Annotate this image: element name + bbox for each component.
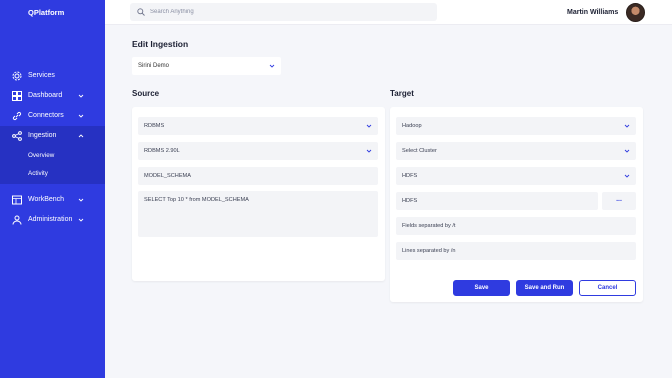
save-button[interactable]: Save bbox=[453, 280, 510, 296]
chevron-down-icon bbox=[624, 174, 630, 178]
sidebar-item-label: Services bbox=[28, 72, 55, 79]
sidebar-item-workbench[interactable]: WorkBench bbox=[0, 190, 105, 210]
chevron-down-icon bbox=[78, 94, 84, 98]
chevron-down-icon bbox=[78, 218, 84, 222]
sidebar-item-connectors[interactable]: Connectors bbox=[0, 106, 105, 126]
search-icon bbox=[137, 8, 145, 16]
cancel-button[interactable]: Cancel bbox=[579, 280, 636, 296]
user-icon bbox=[12, 215, 22, 225]
chevron-down-icon bbox=[624, 124, 630, 128]
ingestion-select[interactable]: Sirini Demo bbox=[132, 57, 281, 75]
sidebar-item-label: Ingestion bbox=[28, 132, 57, 139]
brand-logo[interactable]: QPlatform bbox=[28, 8, 64, 17]
target-format-select[interactable]: HDFS bbox=[396, 167, 636, 185]
search-bar bbox=[130, 3, 437, 21]
field-value: Lines separated by /n bbox=[402, 248, 456, 254]
chevron-down-icon bbox=[78, 198, 84, 202]
field-value: RDBMS bbox=[144, 123, 165, 129]
source-connection-select[interactable]: RDBMS 2.90L bbox=[138, 142, 378, 160]
field-value: HDFS bbox=[402, 198, 418, 204]
sidebar-item-ingestion[interactable]: Ingestion bbox=[0, 126, 105, 146]
field-value: Fields separated by /t bbox=[402, 223, 456, 229]
chevron-up-icon bbox=[78, 134, 84, 138]
ingestion-submenu: Overview Activity bbox=[0, 146, 105, 184]
source-type-select[interactable]: RDBMS bbox=[138, 117, 378, 135]
chevron-down-icon bbox=[366, 124, 372, 128]
target-cluster-select[interactable]: Select Cluster bbox=[396, 142, 636, 160]
source-query-textarea[interactable]: SELECT Top 10 * from MODEL_SCHEMA bbox=[138, 191, 378, 237]
sidebar-item-label: Dashboard bbox=[28, 92, 63, 99]
top-header: Martin Williams bbox=[105, 0, 672, 25]
sidebar-item-administration[interactable]: Administration bbox=[0, 210, 105, 230]
source-schema-field[interactable]: MODEL_SCHEMA bbox=[138, 167, 378, 185]
source-card: RDBMS RDBMS 2.90L MODEL_SCHEMA SELECT To… bbox=[132, 107, 385, 281]
field-value: MODEL_SCHEMA bbox=[144, 173, 191, 179]
fields-separator-field[interactable]: Fields separated by /t bbox=[396, 217, 636, 235]
field-value: Select Cluster bbox=[402, 148, 437, 154]
dashboard-icon bbox=[12, 91, 22, 101]
sidebar-subitem-overview[interactable]: Overview bbox=[28, 152, 54, 159]
sidebar-item-label: Connectors bbox=[28, 112, 64, 119]
search-input[interactable] bbox=[150, 6, 430, 18]
source-title: Source bbox=[132, 89, 160, 98]
field-value: RDBMS 2.90L bbox=[144, 148, 180, 154]
chevron-down-icon bbox=[269, 64, 275, 68]
chevron-down-icon bbox=[624, 149, 630, 153]
target-type-select[interactable]: Hadoop bbox=[396, 117, 636, 135]
target-card: Hadoop Select Cluster HDFS HDFS ... Fiel… bbox=[390, 107, 643, 302]
workbench-icon bbox=[12, 195, 22, 205]
field-value: SELECT Top 10 * from MODEL_SCHEMA bbox=[144, 197, 249, 203]
link-icon bbox=[12, 111, 22, 121]
gear-icon bbox=[12, 71, 22, 81]
save-and-run-button[interactable]: Save and Run bbox=[516, 280, 573, 296]
browse-label: ... bbox=[616, 196, 622, 203]
field-value: HDFS bbox=[402, 173, 418, 179]
field-value: Hadoop bbox=[402, 123, 422, 129]
target-path-field[interactable]: HDFS bbox=[396, 192, 598, 210]
sidebar-item-dashboard[interactable]: Dashboard bbox=[0, 86, 105, 106]
sidebar-item-label: Administration bbox=[28, 216, 73, 223]
select-value: Sirini Demo bbox=[138, 63, 170, 69]
target-title: Target bbox=[390, 89, 414, 98]
sidebar-item-services[interactable]: Services bbox=[0, 66, 105, 86]
browse-button[interactable]: ... bbox=[602, 192, 636, 210]
sidebar-item-label: WorkBench bbox=[28, 196, 65, 203]
user-name[interactable]: Martin Williams bbox=[567, 9, 618, 16]
page-title: Edit Ingestion bbox=[132, 39, 189, 49]
sidebar: QPlatform Services Dashboard Connectors … bbox=[0, 0, 105, 378]
lines-separator-field[interactable]: Lines separated by /n bbox=[396, 242, 636, 260]
avatar[interactable] bbox=[626, 3, 645, 22]
sidebar-subitem-activity[interactable]: Activity bbox=[28, 170, 48, 177]
chevron-down-icon bbox=[78, 114, 84, 118]
share-icon bbox=[12, 131, 22, 141]
chevron-down-icon bbox=[366, 149, 372, 153]
